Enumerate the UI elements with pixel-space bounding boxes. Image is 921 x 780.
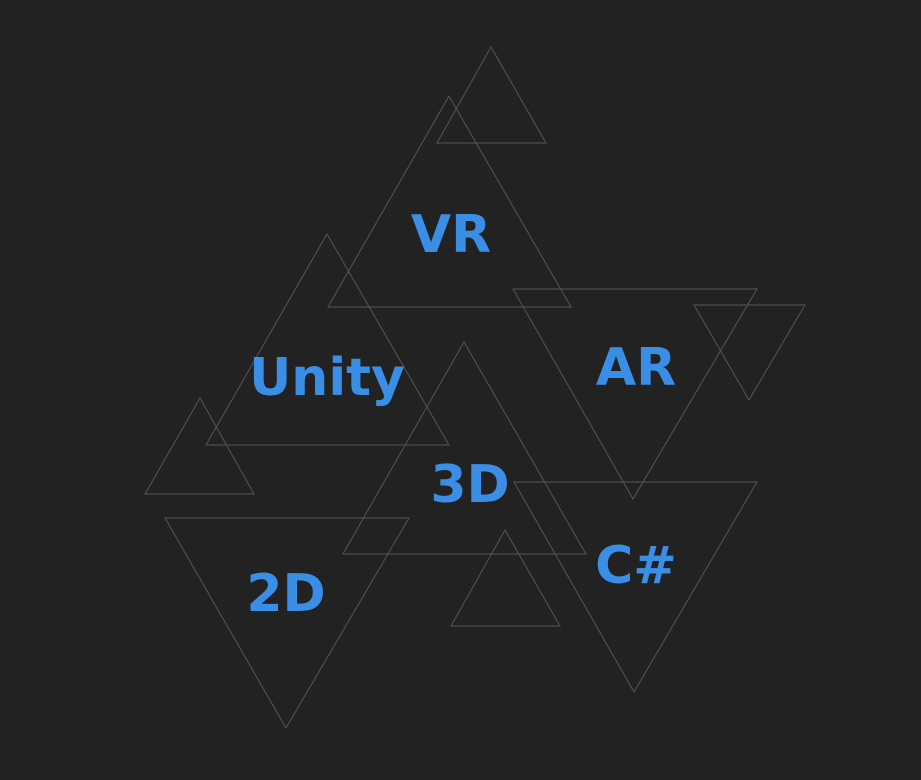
tag-unity: Unity (249, 348, 405, 408)
tag-triangle-canvas: VR Unity AR 3D 2D C# (0, 0, 921, 780)
triangle-outlines (144, 45, 806, 729)
triangle-up-small-left (144, 396, 255, 495)
tag-3d: 3D (430, 455, 510, 515)
triangle-down-small-right (693, 304, 806, 401)
triangle-up-small-top (436, 45, 547, 144)
triangle-up-small-bottom (450, 528, 561, 627)
triangle-up-vr (327, 94, 572, 308)
tag-csharp: C# (595, 536, 677, 596)
tag-2d: 2D (246, 564, 326, 624)
tag-ar: AR (595, 338, 677, 398)
tag-vr: VR (410, 205, 492, 265)
triangle-up-unity (205, 232, 450, 446)
